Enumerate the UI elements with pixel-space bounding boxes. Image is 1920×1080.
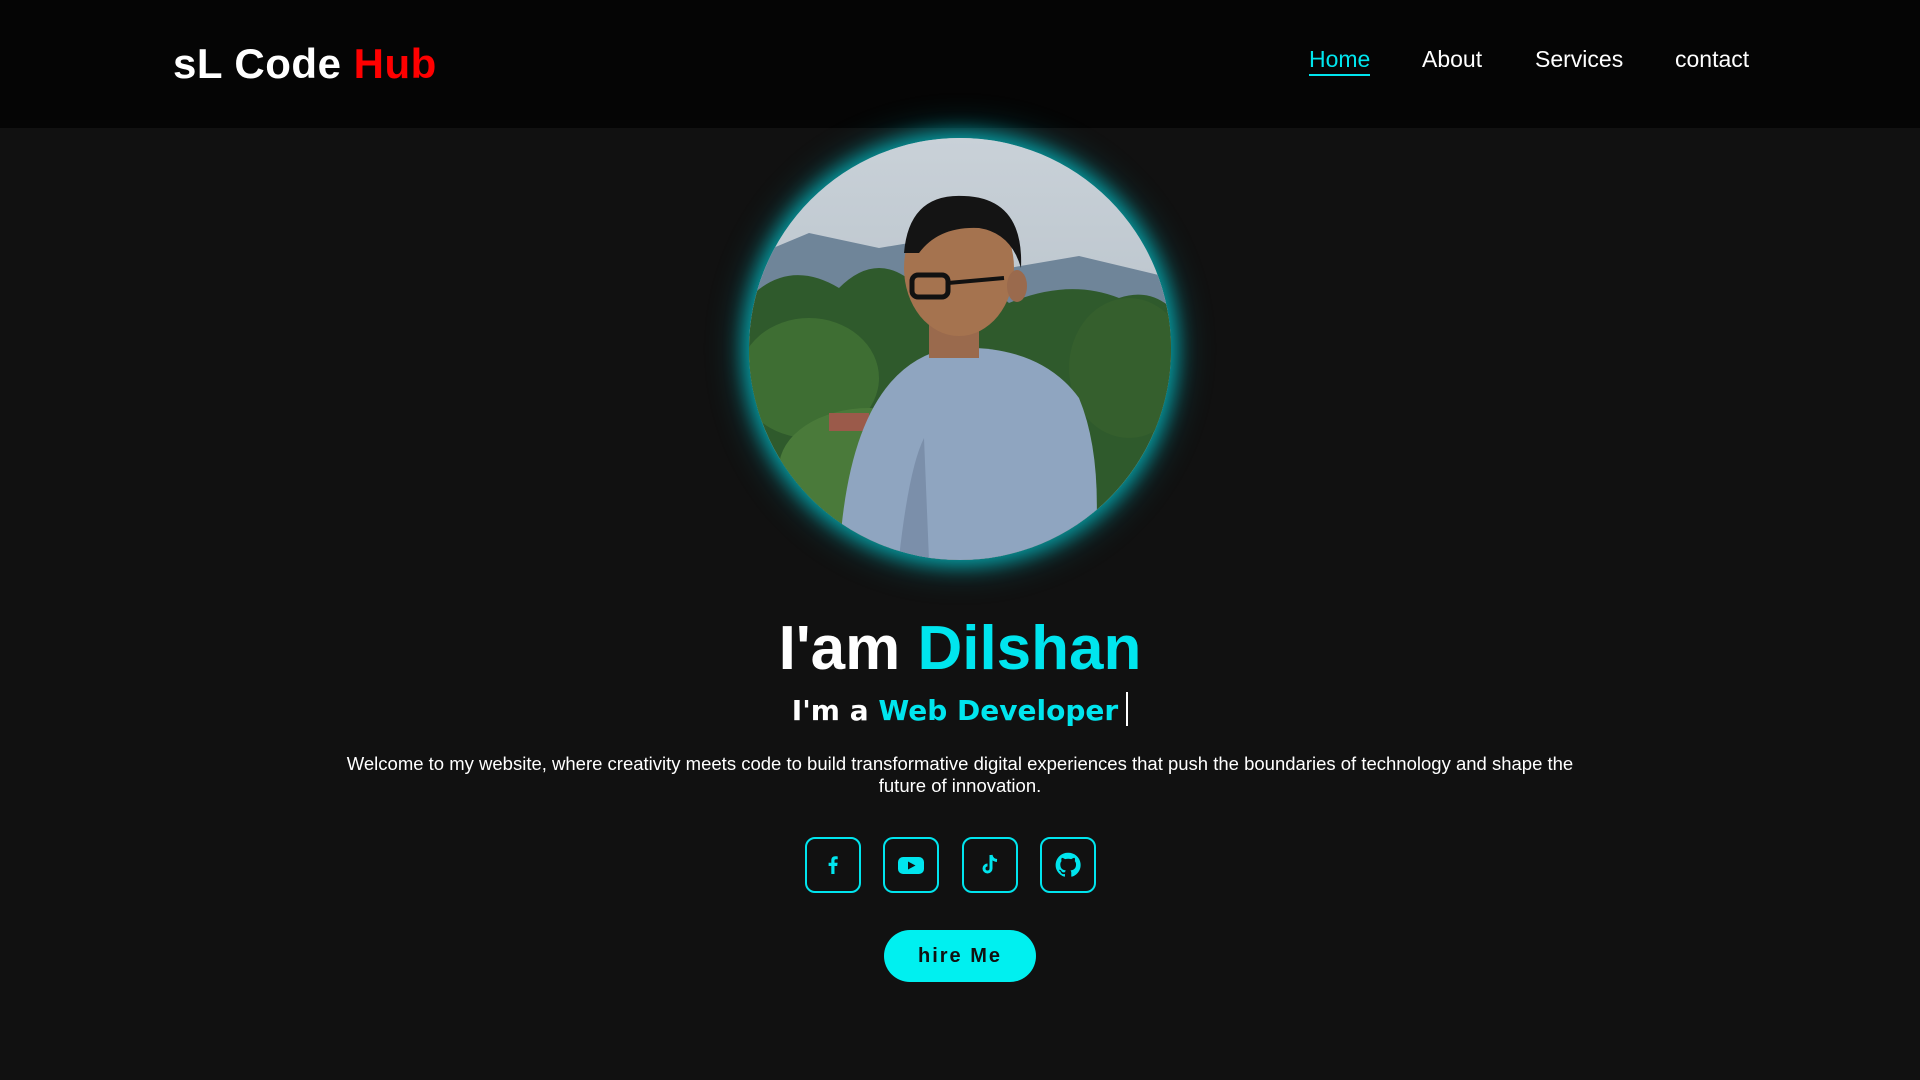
heading-name: Dilshan [917,614,1142,683]
site-logo[interactable]: sL Code Hub [173,40,437,88]
facebook-link[interactable] [805,837,861,893]
github-link[interactable] [1040,837,1096,893]
profile-avatar [749,138,1171,560]
nav-contact-link[interactable]: contact [1675,46,1749,73]
sub-prefix: I'm a [791,694,869,727]
youtube-icon [898,857,924,874]
hire-me-button[interactable]: hire Me [884,930,1036,982]
hero-subheading: I'm a Web Developer [0,690,1920,732]
nav-services-link[interactable]: Services [1535,46,1623,73]
heading-prefix: I'am [778,614,901,683]
tiktok-link[interactable] [962,837,1018,893]
youtube-link[interactable] [883,837,939,893]
typing-cursor [1126,692,1129,726]
intro-paragraph: Welcome to my website, where creativity … [346,753,1574,796]
nav-home-link[interactable]: Home [1309,46,1371,76]
nav-about-link[interactable]: About [1422,46,1482,73]
logo-text-main: sL Code [173,40,342,87]
site-header: sL Code Hub Home About Services contact [0,0,1920,128]
tiktok-icon [982,854,998,874]
github-icon [1055,852,1081,877]
social-links [0,837,1920,895]
sub-role: Web Developer [878,694,1119,727]
facebook-icon [828,856,838,874]
profile-photo [749,138,1171,560]
hero-heading: I'am Dilshan [0,612,1920,686]
logo-text-accent: Hub [353,40,437,87]
